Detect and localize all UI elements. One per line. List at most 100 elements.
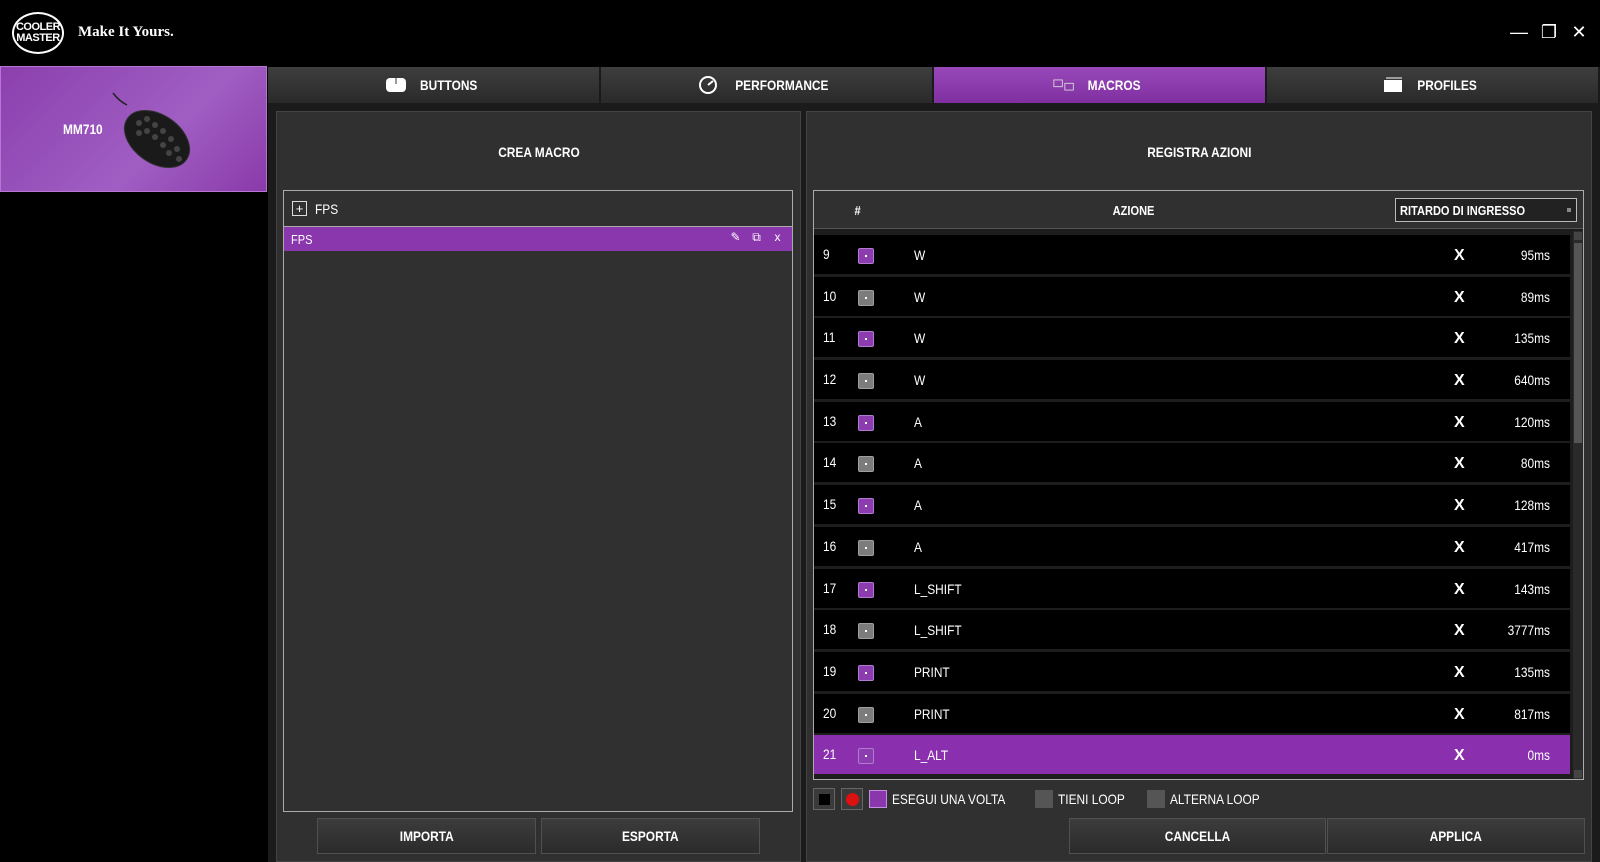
key-down-icon[interactable]: [858, 581, 874, 598]
gauge-icon: [698, 76, 717, 94]
add-macro-button[interactable]: +: [292, 201, 307, 216]
key-up-icon[interactable]: [858, 706, 874, 723]
panel-title: REGISTRA AZIONI: [1146, 144, 1252, 160]
macro-item-actions: ✎ ⧉ x: [729, 231, 784, 244]
delete-action-button[interactable]: X: [1454, 581, 1465, 599]
key-up-icon[interactable]: [858, 373, 874, 390]
delete-action-button[interactable]: X: [1454, 539, 1465, 557]
action-number: 21: [823, 746, 837, 763]
key-down-icon[interactable]: [858, 748, 874, 765]
key-up-icon[interactable]: [858, 623, 874, 640]
action-key: W: [914, 288, 926, 305]
action-delay[interactable]: 89ms: [1499, 289, 1550, 305]
run-once-checkbox[interactable]: [869, 790, 887, 808]
action-delay[interactable]: 3777ms: [1499, 622, 1550, 638]
action-delay[interactable]: 0ms: [1499, 747, 1550, 763]
key-down-icon[interactable]: [858, 414, 874, 431]
action-delay[interactable]: 817ms: [1499, 706, 1550, 722]
key-down-icon[interactable]: [858, 664, 874, 681]
action-key: PRINT: [914, 705, 950, 722]
key-up-icon[interactable]: [858, 539, 874, 556]
key-down-icon[interactable]: [858, 498, 874, 515]
key-up-icon[interactable]: [858, 289, 874, 306]
tab-buttons[interactable]: BUTTONS: [268, 67, 601, 103]
edit-icon[interactable]: ✎: [729, 231, 742, 244]
delete-icon[interactable]: x: [771, 231, 784, 244]
action-delay[interactable]: 120ms: [1499, 414, 1550, 430]
tab-performance[interactable]: PERFORMANCE: [601, 67, 934, 103]
delete-action-button[interactable]: X: [1454, 497, 1465, 515]
action-delay[interactable]: 417ms: [1499, 539, 1550, 555]
scroll-up-icon[interactable]: [1574, 232, 1582, 240]
action-rows: 9 W X 95ms 10 W X 89ms 11 W X 135ms 12 W X 640ms 13 A X 120…: [814, 235, 1570, 777]
stop-record-button[interactable]: [813, 788, 835, 810]
delete-action-button[interactable]: X: [1454, 372, 1465, 390]
action-delay[interactable]: 95ms: [1499, 247, 1550, 263]
action-delay[interactable]: 80ms: [1499, 455, 1550, 471]
export-button[interactable]: ESPORTA: [541, 818, 760, 854]
delete-action-button[interactable]: X: [1454, 289, 1465, 307]
action-row[interactable]: 16 A X 417ms: [814, 526, 1570, 566]
key-down-icon[interactable]: [858, 248, 874, 264]
scroll-down-icon[interactable]: [1574, 770, 1582, 778]
key-up-icon[interactable]: [858, 456, 874, 473]
macro-item[interactable]: FPS ✎ ⧉ x: [284, 227, 792, 251]
tab-label: PROFILES: [1417, 77, 1478, 93]
action-key: PRINT: [914, 663, 950, 680]
action-delay[interactable]: 135ms: [1499, 664, 1550, 680]
delete-action-button[interactable]: X: [1454, 706, 1465, 724]
action-row[interactable]: 21 L_ALT X 0ms: [814, 735, 1570, 775]
delete-action-button[interactable]: X: [1454, 247, 1465, 265]
import-button[interactable]: IMPORTA: [317, 818, 536, 854]
tab-profiles[interactable]: PROFILES: [1267, 67, 1600, 103]
action-delay[interactable]: 640ms: [1499, 372, 1550, 388]
action-number: 15: [823, 496, 837, 513]
action-number: 12: [823, 371, 837, 388]
action-delay[interactable]: 128ms: [1499, 497, 1550, 513]
delete-action-button[interactable]: X: [1454, 664, 1465, 682]
actions-scrollbar[interactable]: [1573, 231, 1583, 779]
macro-group-label: FPS: [315, 200, 339, 217]
panel-title: CREA MACRO: [497, 144, 580, 160]
toggle-loop-checkbox[interactable]: [1146, 790, 1165, 808]
action-row[interactable]: 18 L_SHIFT X 3777ms: [814, 610, 1570, 650]
minimize-icon[interactable]: —: [1509, 20, 1529, 44]
delete-action-button[interactable]: X: [1454, 414, 1465, 432]
delete-action-button[interactable]: X: [1454, 747, 1465, 765]
action-row[interactable]: 11 W X 135ms: [814, 318, 1570, 358]
action-row[interactable]: 20 PRINT X 817ms: [814, 693, 1570, 733]
action-key: L_ALT: [914, 747, 949, 764]
action-row[interactable]: 17 L_SHIFT X 143ms: [814, 568, 1570, 608]
action-key: W: [914, 330, 926, 347]
delete-action-button[interactable]: X: [1454, 455, 1465, 473]
restore-icon[interactable]: ❐: [1539, 20, 1559, 44]
tab-label: PERFORMANCE: [734, 77, 829, 93]
record-button[interactable]: [841, 788, 863, 810]
action-row[interactable]: 14 A X 80ms: [814, 443, 1570, 483]
action-row[interactable]: 19 PRINT X 135ms: [814, 651, 1570, 691]
main-tabs: BUTTONS PERFORMANCE MACROS PROFILES: [268, 67, 1600, 103]
action-row[interactable]: 12 W X 640ms: [814, 360, 1570, 400]
title-bar: COOLER MASTER Make It Yours. — ❐ ✕: [0, 0, 1600, 66]
cancel-button[interactable]: CANCELLA: [1069, 818, 1326, 854]
scroll-thumb[interactable]: [1574, 243, 1582, 443]
action-row[interactable]: 10 W X 89ms: [814, 276, 1570, 316]
apply-button[interactable]: APPLICA: [1327, 818, 1585, 854]
action-row[interactable]: 13 A X 120ms: [814, 401, 1570, 441]
hold-loop-checkbox[interactable]: [1035, 790, 1054, 808]
delay-mode-select[interactable]: RITARDO DI INGRESSO: [1395, 198, 1577, 222]
action-row[interactable]: 9 W X 95ms: [814, 235, 1570, 274]
action-number: 16: [823, 537, 837, 554]
key-down-icon[interactable]: [858, 331, 874, 348]
action-key: A: [914, 413, 922, 430]
close-icon[interactable]: ✕: [1569, 20, 1589, 44]
macro-icon: [1053, 79, 1075, 91]
delete-action-button[interactable]: X: [1454, 330, 1465, 348]
action-delay[interactable]: 135ms: [1499, 330, 1550, 346]
delete-action-button[interactable]: X: [1454, 622, 1465, 640]
tab-macros[interactable]: MACROS: [934, 67, 1267, 103]
action-delay[interactable]: 143ms: [1499, 581, 1550, 597]
action-row[interactable]: 15 A X 128ms: [814, 485, 1570, 525]
duplicate-icon[interactable]: ⧉: [750, 231, 763, 244]
device-card-mm710[interactable]: MM710: [0, 66, 267, 192]
